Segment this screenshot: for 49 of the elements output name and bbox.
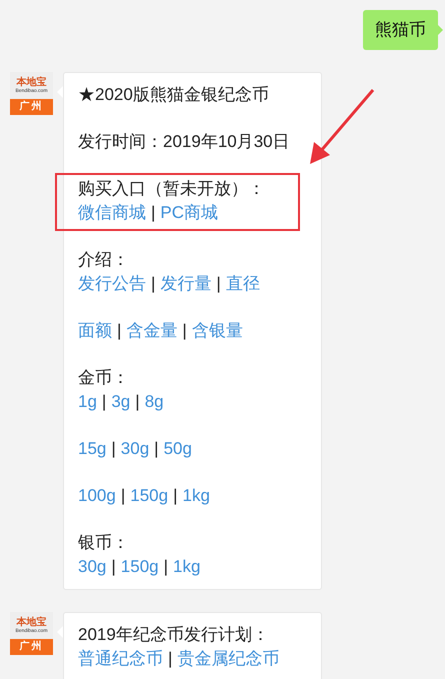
avatar-city-text: 广州: [20, 641, 44, 653]
separator-text: |: [168, 648, 172, 670]
link[interactable]: 50g: [164, 437, 192, 461]
avatar-city-text: 广州: [20, 101, 44, 113]
link[interactable]: 微信商城: [78, 201, 146, 225]
message-text: 介绍：: [78, 249, 130, 271]
link[interactable]: 面额: [78, 319, 112, 343]
avatar-logo-text: 本地宝: [16, 77, 46, 88]
link[interactable]: 1kg: [173, 555, 200, 579]
bubble-tail: [438, 25, 443, 35]
link[interactable]: 发行量: [160, 272, 212, 296]
separator-text: |: [182, 320, 187, 342]
link[interactable]: 含银量: [192, 319, 243, 343]
link[interactable]: 普通纪念币: [78, 647, 163, 671]
link[interactable]: 1kg: [182, 484, 210, 508]
link[interactable]: 150g: [130, 484, 168, 508]
link[interactable]: 30g: [120, 437, 150, 461]
message-text: 发行时间：2019年10月30日: [78, 131, 291, 153]
separator-text: |: [135, 391, 140, 413]
separator-text: |: [151, 202, 156, 224]
link[interactable]: 贵金属纪念币: [177, 647, 280, 671]
sent-bubble: 熊猫币: [363, 10, 438, 50]
link[interactable]: PC商城: [160, 201, 218, 225]
avatar-logo-text: 本地宝: [16, 617, 46, 628]
link[interactable]: 100g: [78, 484, 116, 508]
separator-text: |: [120, 485, 126, 507]
message-text: 2019年纪念币发行计划：: [78, 624, 270, 646]
separator-text: |: [164, 556, 168, 578]
link[interactable]: 3g: [111, 390, 130, 414]
link[interactable]: 150g: [120, 555, 159, 579]
separator-text: |: [111, 556, 116, 578]
link[interactable]: 8g: [144, 390, 164, 414]
separator-text: |: [173, 485, 178, 507]
link[interactable]: 直径: [226, 272, 260, 296]
separator-text: |: [154, 438, 159, 460]
message-text: ★2020版熊猫金银纪念币: [78, 84, 270, 106]
separator-text: |: [117, 320, 122, 342]
link[interactable]: 15g: [78, 437, 106, 461]
link[interactable]: 发行公告: [78, 272, 146, 296]
link[interactable]: 含金量: [126, 319, 178, 343]
separator-text: |: [216, 273, 221, 295]
message-text: 金币：: [78, 367, 130, 389]
message-text: 购买入口（暂未开放）：: [78, 178, 266, 200]
link[interactable]: 30g: [78, 555, 106, 579]
separator-text: |: [111, 438, 116, 460]
separator-text: |: [151, 273, 156, 295]
separator-text: |: [102, 391, 106, 413]
link[interactable]: 1g: [78, 390, 97, 414]
message-text: 银币：: [78, 532, 130, 554]
